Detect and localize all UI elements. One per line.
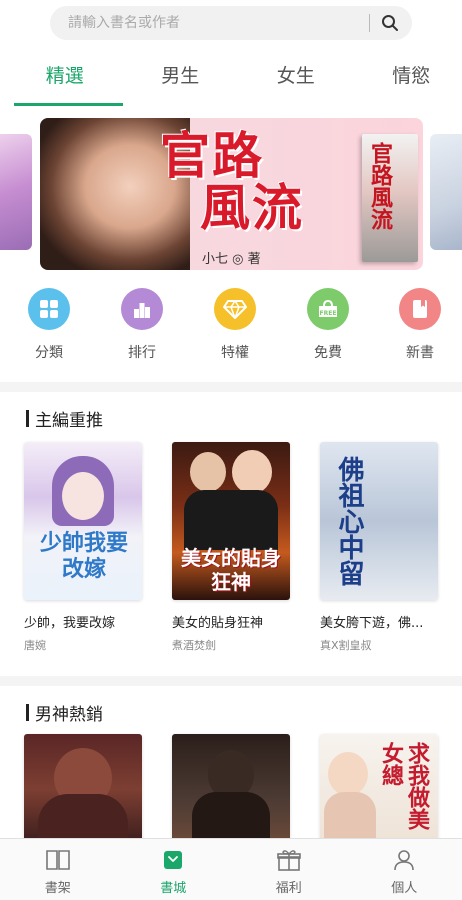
category-ranking[interactable]: 排行 bbox=[112, 288, 172, 362]
diamond-icon bbox=[214, 288, 256, 330]
bottom-navigation: 書架 書城 福利 個人 bbox=[0, 838, 462, 900]
tab-featured[interactable]: 精選 bbox=[14, 54, 116, 94]
category-new[interactable]: 新書 bbox=[390, 288, 450, 362]
grid-icon bbox=[28, 288, 70, 330]
cover-title: 求我做美女總 bbox=[378, 742, 430, 830]
cover-title: 佛祖心中留 bbox=[334, 456, 364, 586]
category-tabs: 精選 男生 女生 情慾 bbox=[0, 54, 462, 106]
banner-title-line2: 風流 bbox=[200, 178, 304, 237]
section-title-text: 男神熱銷 bbox=[35, 705, 103, 725]
active-tab-indicator bbox=[14, 103, 123, 106]
category-shortcuts: 分類 排行 特權 FREE 免費 新書 bbox=[0, 288, 462, 368]
category-label: 新書 bbox=[406, 345, 434, 361]
section-marker bbox=[26, 704, 29, 721]
nav-label: 書城 bbox=[160, 881, 187, 896]
banner-title-line1: 官路 bbox=[160, 126, 264, 185]
section-marker bbox=[26, 410, 29, 427]
nav-label: 福利 bbox=[275, 881, 302, 896]
tab-male[interactable]: 男生 bbox=[130, 54, 232, 94]
banner-book-title: 官路風流 bbox=[367, 142, 393, 230]
ranking-icon bbox=[121, 288, 163, 330]
book-title: 少帥，我要改嫁 bbox=[24, 616, 116, 631]
search-input[interactable] bbox=[68, 15, 363, 31]
nav-profile[interactable]: 個人 bbox=[347, 839, 462, 900]
person-icon bbox=[391, 848, 417, 872]
bookshelf-icon bbox=[45, 848, 71, 872]
new-book-icon bbox=[399, 288, 441, 330]
cover-title: 少帥我要改嫁 bbox=[39, 530, 128, 582]
section-divider bbox=[0, 382, 462, 392]
category-privilege[interactable]: 特權 bbox=[205, 288, 265, 362]
nav-label: 書架 bbox=[44, 881, 71, 896]
nav-bookshelf[interactable]: 書架 bbox=[0, 839, 116, 900]
book-cover: 佛祖心中留 bbox=[320, 442, 438, 600]
category-label: 免費 bbox=[314, 345, 342, 361]
banner-author: 小七 ◎ 著 bbox=[202, 252, 261, 267]
nav-welfare[interactable]: 福利 bbox=[231, 839, 347, 900]
search-icon[interactable] bbox=[380, 13, 400, 33]
banner-slide[interactable]: 官路 風流 小七 ◎ 著 官路風流 bbox=[40, 118, 423, 270]
book-title: 美女的貼身狂神 bbox=[172, 616, 264, 631]
category-classify[interactable]: 分類 bbox=[19, 288, 79, 362]
category-label: 特權 bbox=[221, 345, 249, 361]
gift-icon bbox=[276, 848, 302, 872]
banner-carousel[interactable]: 官路 風流 小七 ◎ 著 官路風流 bbox=[0, 116, 462, 272]
category-free[interactable]: FREE 免費 bbox=[298, 288, 358, 362]
cover-title: 美女的貼身狂神 bbox=[181, 546, 281, 594]
book-author: 真X割皇叔 bbox=[320, 639, 372, 652]
category-label: 排行 bbox=[128, 345, 156, 361]
category-label: 分類 bbox=[35, 345, 63, 361]
book-author: 煮酒焚劍 bbox=[172, 639, 216, 652]
nav-bookstore[interactable]: 書城 bbox=[116, 839, 232, 900]
free-icon: FREE bbox=[307, 288, 349, 330]
book-cover: 美女的貼身狂神 bbox=[172, 442, 290, 600]
tab-female[interactable]: 女生 bbox=[245, 54, 347, 94]
nav-label: 個人 bbox=[391, 881, 418, 896]
section-title-text: 主編重推 bbox=[35, 411, 103, 431]
book-author: 唐婉 bbox=[24, 639, 46, 652]
section-title: 男神熱銷 bbox=[26, 700, 103, 725]
banner-next-slide[interactable] bbox=[430, 134, 462, 250]
book-card[interactable]: 美女的貼身狂神 美女的貼身狂神 煮酒焚劍 bbox=[172, 442, 290, 653]
book-card[interactable]: 少帥我要改嫁 少帥，我要改嫁 唐婉 bbox=[24, 442, 142, 653]
banner-prev-slide[interactable] bbox=[0, 134, 32, 250]
banner-book-cover: 官路風流 bbox=[362, 134, 418, 262]
section-divider bbox=[0, 676, 462, 686]
svg-text:FREE: FREE bbox=[320, 310, 337, 317]
search-divider bbox=[369, 14, 370, 32]
search-bar[interactable] bbox=[50, 6, 412, 40]
book-title: 美女胯下遊，佛... bbox=[320, 616, 424, 631]
bookstore-icon bbox=[160, 848, 186, 872]
book-cover: 少帥我要改嫁 bbox=[24, 442, 142, 600]
tab-romance[interactable]: 情慾 bbox=[361, 54, 462, 94]
book-card[interactable]: 佛祖心中留 美女胯下遊，佛... 真X割皇叔 bbox=[320, 442, 438, 653]
section-title: 主編重推 bbox=[26, 406, 103, 431]
